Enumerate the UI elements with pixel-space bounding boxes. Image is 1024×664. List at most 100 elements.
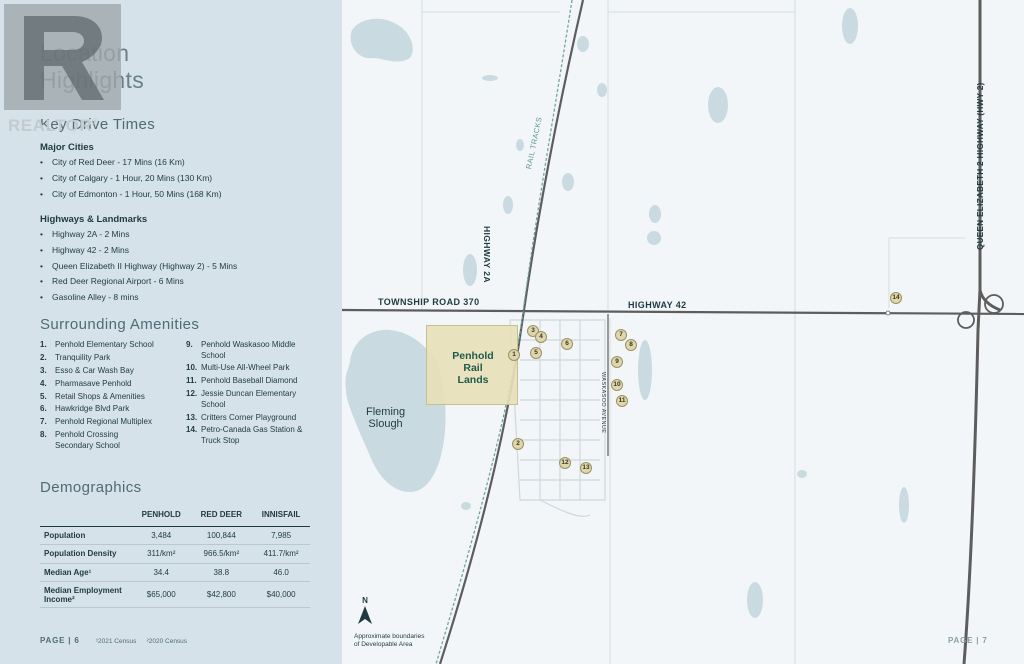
list-item: 2. Tranquility Park <box>40 353 180 364</box>
table-row: Median Employment Income² $65,000 $42,80… <box>40 581 310 608</box>
waskasoo-avenue-label: WASKASOO AVENUE <box>600 372 606 434</box>
pond <box>562 173 574 191</box>
realtor-logo: REALTOR® <box>4 4 121 135</box>
pond <box>638 340 652 400</box>
list-item: Gasoline Alley - 8 mins <box>40 290 237 306</box>
pond <box>649 205 661 223</box>
item-label: Tranquility Park <box>55 352 111 362</box>
amenities-heading: Surrounding Amenities <box>40 316 200 333</box>
list-item: City of Edmonton - 1 Hour, 50 Mins (168 … <box>40 187 222 203</box>
pond <box>577 36 589 52</box>
item-label: Jessie Duncan Elementary School <box>201 389 297 409</box>
list-item: 5. Retail Shops & Amenities <box>40 392 180 403</box>
list-item: 7. Penhold Regional Multiplex <box>40 417 180 428</box>
major-cities-heading: Major Cities <box>40 142 94 153</box>
item-number: 2. <box>40 352 47 362</box>
developable-area[interactable]: Penhold Rail Lands <box>426 325 518 405</box>
table-cell: 7,985 <box>252 526 310 545</box>
amenity-marker-8[interactable]: 8 <box>625 339 637 351</box>
pond <box>708 87 728 123</box>
amenity-marker-10[interactable]: 10 <box>611 379 623 391</box>
qe2-highway-label: QUEEN ELIZABETH 2 HIGHWAY (HWY 2) <box>976 82 985 250</box>
fleming-slough-label: Fleming Slough <box>366 406 405 430</box>
column-header: RED DEER <box>190 504 253 527</box>
list-item: 6. Hawkridge Blvd Park <box>40 404 180 415</box>
item-number: 5. <box>40 391 47 401</box>
table-cell: Population Density <box>40 544 132 564</box>
table-cell: 411.7/km² <box>252 544 310 564</box>
pond <box>899 487 909 523</box>
major-cities-list: City of Red Deer - 17 Mins (16 Km) City … <box>40 155 222 202</box>
list-item: 4. Pharmasave Penhold <box>40 379 180 390</box>
highways-list: Highway 2A - 2 Mins Highway 42 - 2 Mins … <box>40 227 237 306</box>
realtor-wordmark: REALTOR <box>8 116 93 135</box>
table-cell: Population <box>40 526 132 545</box>
item-number: 3. <box>40 365 47 375</box>
item-label: Penhold Waskasoo Middle School <box>201 340 296 360</box>
page-footer-left: PAGE | 6 ¹2021 Census ²2020 Census <box>40 636 195 645</box>
amenity-marker-11[interactable]: 11 <box>616 395 628 407</box>
list-item: 8. Penhold Crossing Secondary School <box>40 430 150 451</box>
amenity-marker-5[interactable]: 5 <box>530 347 542 359</box>
footnote-1: ¹2021 Census <box>95 638 137 645</box>
amenities-list-col2: 9. Penhold Waskasoo Middle School 10. Mult… <box>186 340 321 449</box>
list-item: 14. Petro-Canada Gas Station & Truck Stop <box>186 425 321 446</box>
item-label: Penhold Baseball Diamond <box>201 376 298 386</box>
pond <box>463 254 477 286</box>
amenity-marker-9[interactable]: 9 <box>611 356 623 368</box>
item-label: Petro-Canada Gas Station & Truck Stop <box>201 425 303 445</box>
table-cell: Median Employment Income² <box>40 581 132 608</box>
column-header <box>40 504 132 527</box>
list-item: Highway 42 - 2 Mins <box>40 243 237 259</box>
item-number: 14. <box>186 425 198 435</box>
label-line: Penhold <box>452 350 494 362</box>
township-road-label: TOWNSHIP ROAD 370 <box>378 297 480 307</box>
table-cell: $40,000 <box>252 581 310 608</box>
highway-2a-label: HIGHWAY 2A <box>482 226 492 283</box>
legend-line: Approximate boundaries <box>354 633 425 640</box>
list-item: 13. Critters Corner Playground <box>186 413 321 424</box>
item-label: Critters Corner Playground <box>201 412 297 422</box>
amenities-list-col1: 1. Penhold Elementary School 2. Tranquilit… <box>40 340 180 454</box>
item-number: 11. <box>186 376 197 386</box>
legend-line: of Developable Area <box>354 641 413 648</box>
table-row: Population 3,484 100,844 7,985 <box>40 526 310 545</box>
amenity-marker-6[interactable]: 6 <box>561 338 573 350</box>
column-header: PENHOLD <box>132 504 191 527</box>
table-cell: $42,800 <box>190 581 253 608</box>
item-number: 7. <box>40 417 47 427</box>
amenity-marker-7[interactable]: 7 <box>615 329 627 341</box>
amenity-marker-2[interactable]: 2 <box>512 438 524 450</box>
footnote-2: ²2020 Census <box>146 638 188 645</box>
column-header: INNISFAIL <box>252 504 310 527</box>
location-map[interactable]: Penhold Rail Lands TOWNSHIP ROAD 370 HIG… <box>342 0 1024 664</box>
item-number: 10. <box>186 363 198 373</box>
label-line: Lands <box>457 374 489 386</box>
table-row: Median Age¹ 34.4 38.8 46.0 <box>40 563 310 582</box>
table-cell: $65,000 <box>132 581 191 608</box>
pond <box>461 502 471 510</box>
page-number-left: PAGE | 6 <box>40 636 80 645</box>
list-item: City of Calgary - 1 Hour, 20 Mins (130 K… <box>40 171 222 187</box>
pond <box>842 8 858 44</box>
pond <box>482 75 498 81</box>
amenity-marker-4[interactable]: 4 <box>535 331 547 343</box>
developable-area-legend: Approximate boundaries of Developable Ar… <box>354 633 424 649</box>
table-header-row: PENHOLD RED DEER INNISFAIL <box>40 504 310 527</box>
amenity-marker-12[interactable]: 12 <box>559 457 571 469</box>
highway-42-label: HIGHWAY 42 <box>628 300 687 310</box>
item-number: 9. <box>186 340 193 349</box>
north-arrow: N <box>356 596 374 630</box>
table-cell: Median Age¹ <box>40 563 132 582</box>
developable-area-label: Penhold Rail Lands <box>427 350 519 386</box>
amenity-marker-13[interactable]: 13 <box>580 462 592 474</box>
amenity-marker-1[interactable]: 1 <box>508 349 520 361</box>
item-number: 4. <box>40 378 47 388</box>
amenity-marker-14[interactable]: 14 <box>890 292 902 304</box>
item-label: Penhold Crossing Secondary School <box>55 430 120 450</box>
item-label: Penhold Elementary School <box>55 340 154 349</box>
item-number: 6. <box>40 404 47 414</box>
item-label: Hawkridge Blvd Park <box>55 404 130 414</box>
highways-heading: Highways & Landmarks <box>40 214 148 225</box>
registered-mark: ® <box>92 117 99 127</box>
